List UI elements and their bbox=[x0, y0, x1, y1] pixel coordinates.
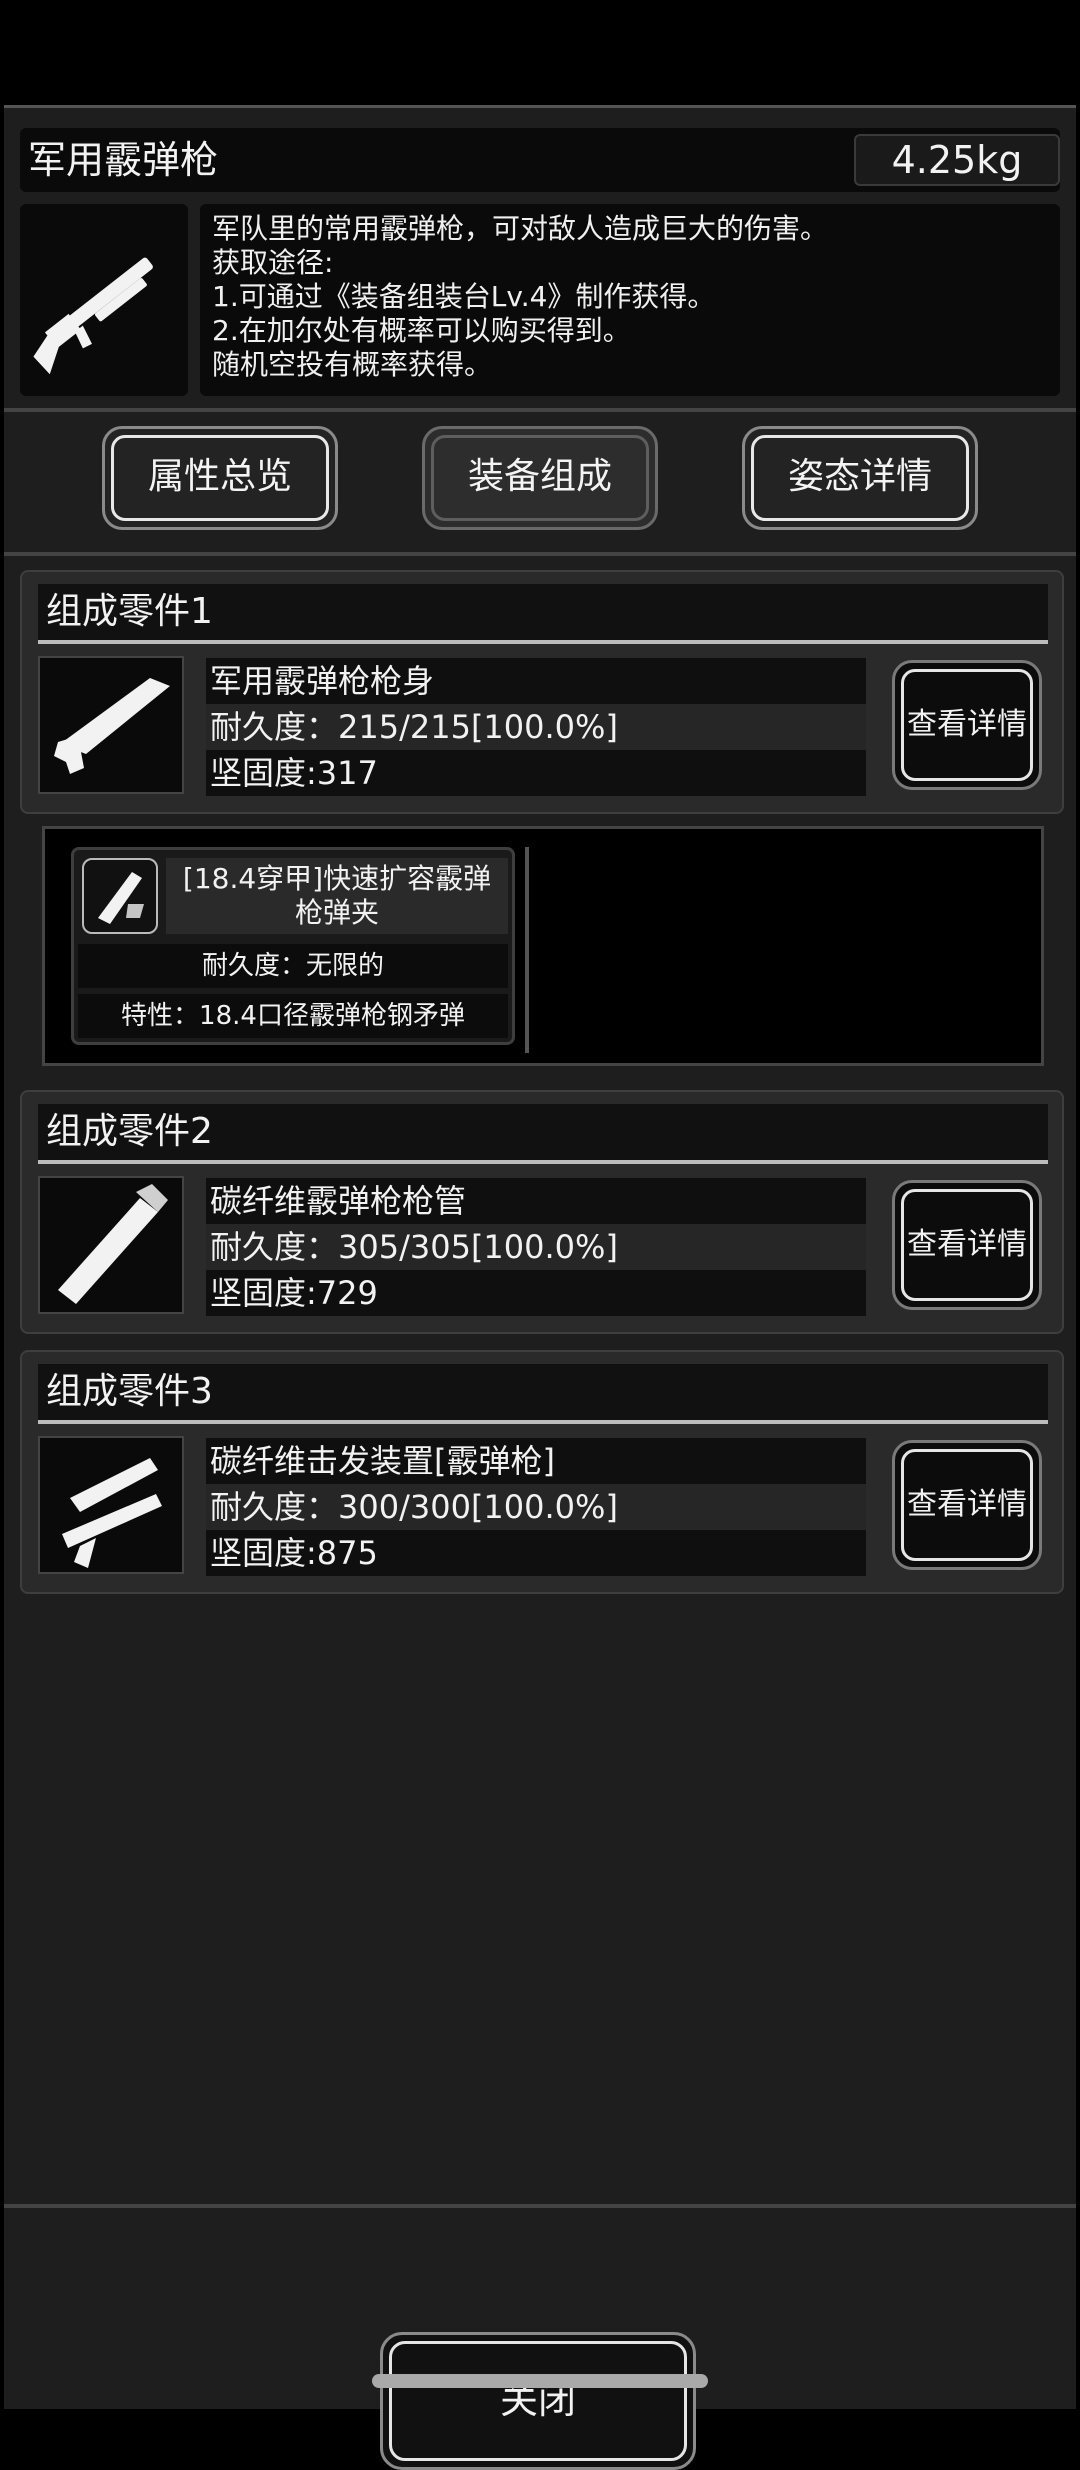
barrel-icon bbox=[58, 1184, 168, 1304]
part-card-2: 组成零件2 碳纤维霰弹枪枪管 耐久度：305/305[100.0%] 坚固度:7… bbox=[20, 1090, 1064, 1334]
tab-stance-details[interactable]: 姿态详情 bbox=[742, 426, 978, 530]
part-card-1: 组成零件1 军用霰弹枪枪身 耐久度：215/215[100.0%] 坚固度:31… bbox=[20, 570, 1064, 814]
magazine-name-line: 枪弹夹 bbox=[294, 896, 379, 929]
attachment-area: [18.4穿甲]快速扩容霰弹 枪弹夹 耐久度：无限的 特性：18.4口径霰弹枪钢… bbox=[42, 826, 1044, 1066]
description-line: 随机空投有概率获得。 bbox=[212, 348, 493, 381]
magazine-card[interactable]: [18.4穿甲]快速扩容霰弹 枪弹夹 耐久度：无限的 特性：18.4口径霰弹枪钢… bbox=[71, 847, 515, 1045]
part-header: 组成零件2 bbox=[38, 1104, 1048, 1160]
item-description: 军队里的常用霰弹枪，可对敌人造成巨大的伤害。 获取途径: 1.可通过《装备组装台… bbox=[200, 204, 1060, 396]
trigger-mechanism-icon bbox=[62, 1458, 162, 1568]
description-line: 军队里的常用霰弹枪，可对敌人造成巨大的伤害。 bbox=[212, 212, 829, 245]
divider bbox=[4, 408, 1076, 412]
magazine-trait: 特性：18.4口径霰弹枪钢矛弹 bbox=[78, 994, 508, 1038]
part-hardness: 坚固度:317 bbox=[206, 750, 866, 796]
part-name: 碳纤维击发装置[霰弹枪] bbox=[206, 1438, 866, 1484]
tab-label: 姿态详情 bbox=[787, 456, 932, 497]
part-image bbox=[38, 1176, 184, 1314]
description-line: 获取途径: bbox=[212, 246, 334, 279]
tab-equipment-composition[interactable]: 装备组成 bbox=[422, 426, 658, 530]
button-label: 查看详情 bbox=[907, 1487, 1027, 1522]
part-header: 组成零件1 bbox=[38, 584, 1048, 640]
tab-label: 属性总览 bbox=[147, 456, 292, 497]
button-label: 查看详情 bbox=[907, 1227, 1027, 1262]
divider bbox=[38, 1420, 1048, 1424]
item-image bbox=[20, 204, 188, 396]
part-hardness: 坚固度:729 bbox=[206, 1270, 866, 1316]
part-durability: 耐久度：305/305[100.0%] bbox=[206, 1224, 866, 1270]
view-details-button[interactable]: 查看详情 bbox=[892, 660, 1042, 790]
item-detail-panel: 军用霰弹枪 4.25kg 军队里的常用霰弹枪，可对敌人造成巨大的伤害。 获取途径… bbox=[4, 105, 1076, 2470]
magazine-icon bbox=[98, 872, 144, 924]
close-button[interactable]: 关闭 bbox=[380, 2332, 696, 2470]
view-details-button[interactable]: 查看详情 bbox=[892, 1440, 1042, 1570]
magazine-name: [18.4穿甲]快速扩容霰弹 枪弹夹 bbox=[166, 858, 508, 934]
tab-attribute-overview[interactable]: 属性总览 bbox=[102, 426, 338, 530]
item-title: 军用霰弹枪 bbox=[28, 138, 219, 182]
home-indicator[interactable] bbox=[372, 2374, 708, 2388]
magazine-image bbox=[82, 858, 158, 934]
magazine-name-line: [18.4穿甲]快速扩容霰弹 bbox=[182, 862, 492, 895]
button-label: 查看详情 bbox=[907, 707, 1027, 742]
divider bbox=[38, 1160, 1048, 1164]
part-image bbox=[38, 1436, 184, 1574]
part-hardness: 坚固度:875 bbox=[206, 1530, 866, 1576]
tab-label: 装备组成 bbox=[467, 456, 612, 497]
part-durability: 耐久度：215/215[100.0%] bbox=[206, 704, 866, 750]
part-durability: 耐久度：300/300[100.0%] bbox=[206, 1484, 866, 1530]
part-header: 组成零件3 bbox=[38, 1364, 1048, 1420]
part-name: 军用霰弹枪枪身 bbox=[206, 658, 866, 704]
part-card-3: 组成零件3 碳纤维击发装置[霰弹枪] 耐久度：300/300[100.0%] 坚… bbox=[20, 1350, 1064, 1594]
item-weight: 4.25kg bbox=[854, 134, 1060, 186]
description-line: 2.在加尔处有概率可以购买得到。 bbox=[212, 314, 631, 347]
shotgun-body-icon bbox=[54, 678, 170, 774]
divider bbox=[4, 552, 1076, 556]
part-name: 碳纤维霰弹枪枪管 bbox=[206, 1178, 866, 1224]
divider bbox=[38, 640, 1048, 644]
shotgun-icon bbox=[33, 257, 153, 375]
scroll-divider bbox=[525, 847, 529, 1053]
description-line: 1.可通过《装备组装台Lv.4》制作获得。 bbox=[212, 280, 716, 313]
magazine-durability: 耐久度：无限的 bbox=[78, 944, 508, 988]
part-image bbox=[38, 656, 184, 794]
view-details-button[interactable]: 查看详情 bbox=[892, 1180, 1042, 1310]
